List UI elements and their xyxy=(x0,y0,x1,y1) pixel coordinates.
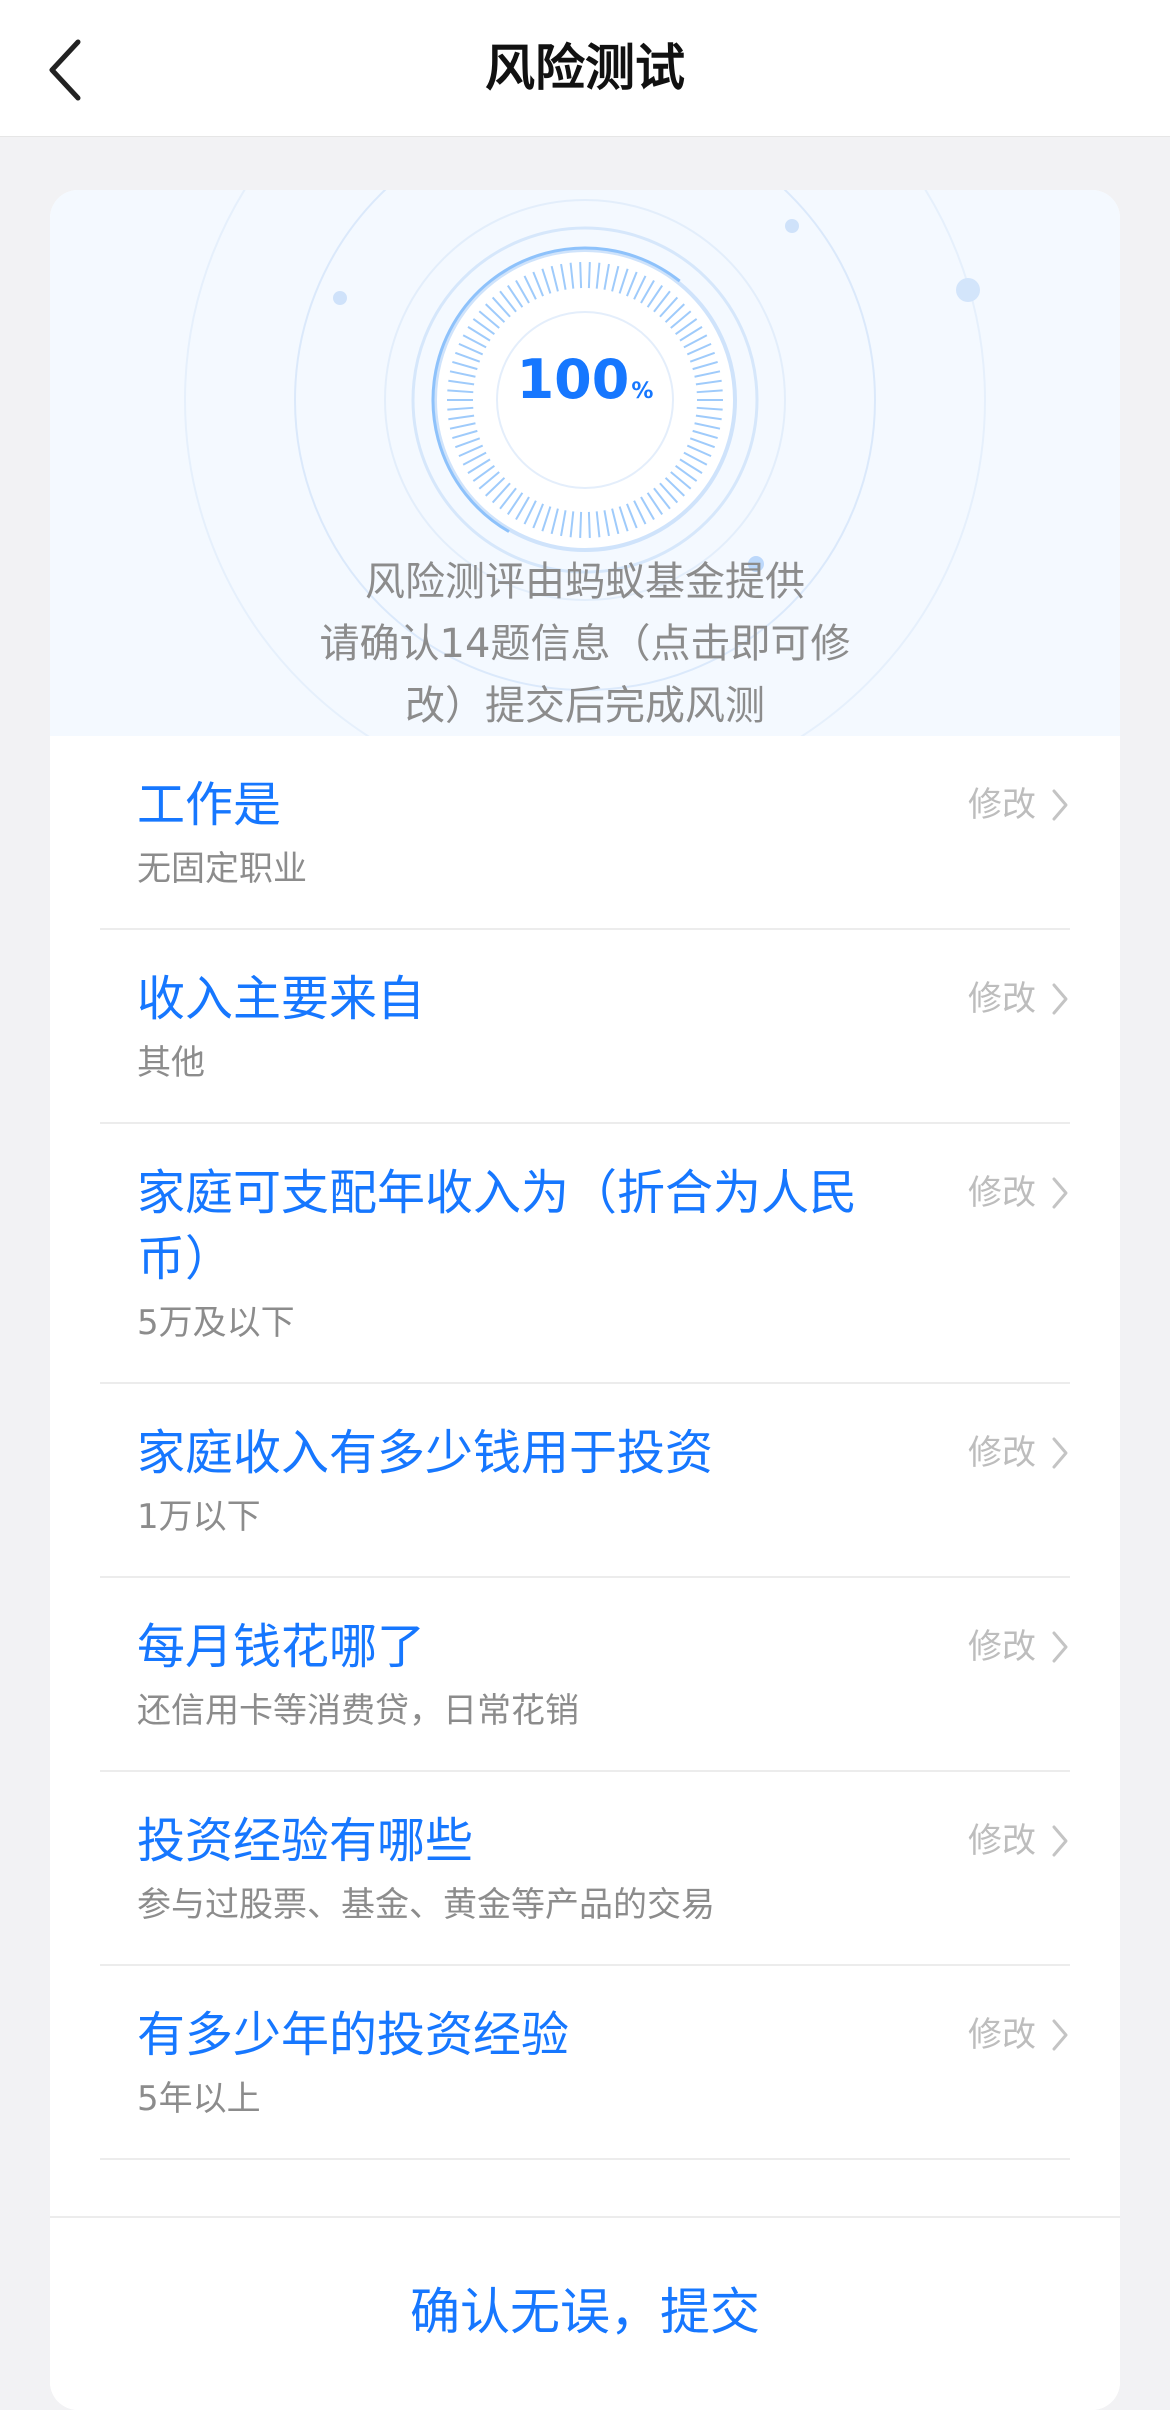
risk-test-card: 100% 风险测评由蚂蚁基金提供 请确认14题信息（点击即可修 改）提交后完成风… xyxy=(50,190,1120,2410)
edit-button[interactable]: 修改 xyxy=(968,1816,1070,1866)
progress-value: 100% xyxy=(405,348,765,411)
question-item[interactable]: 投资经验有哪些参与过股票、基金、黄金等产品的交易 修改 xyxy=(100,1772,1070,1966)
question-title: 投资经验有哪些 xyxy=(137,1813,474,1869)
edit-button[interactable]: 修改 xyxy=(968,1622,1070,1672)
chevron-right-icon xyxy=(1052,1825,1068,1857)
chevron-right-icon xyxy=(1052,1437,1068,1469)
edit-button[interactable]: 修改 xyxy=(968,2010,1070,2060)
question-answer: 还信用卡等消费贷，日常花销 xyxy=(137,1691,579,1731)
edit-button[interactable]: 修改 xyxy=(968,1168,1070,1218)
chevron-right-icon xyxy=(1052,789,1068,821)
page-title: 风险测试 xyxy=(485,39,685,97)
question-answer: 其他 xyxy=(137,1043,205,1083)
confirm-note-line2: 改）提交后完成风测 xyxy=(405,683,765,729)
edit-button[interactable]: 修改 xyxy=(968,780,1070,830)
edit-label: 修改 xyxy=(968,979,1036,1019)
edit-label: 修改 xyxy=(968,2015,1036,2055)
nav-bar: 风险测试 xyxy=(0,0,1170,137)
question-answer: 无固定职业 xyxy=(137,849,307,889)
question-title: 家庭可支配年收入为（折合为人民币） xyxy=(137,1165,858,1287)
edit-label: 修改 xyxy=(968,1627,1036,1667)
progress-unit: % xyxy=(631,379,654,404)
question-item[interactable]: 有多少年的投资经验 5年以上 修改 xyxy=(100,1966,1070,2160)
edit-button[interactable]: 修改 xyxy=(968,974,1070,1024)
chevron-right-icon xyxy=(1052,2019,1068,2051)
edit-label: 修改 xyxy=(968,1821,1036,1861)
edit-button[interactable]: 修改 xyxy=(968,1428,1070,1478)
progress-number: 100 xyxy=(516,348,630,411)
question-title: 每月钱花哪了 xyxy=(137,1619,426,1675)
chevron-right-icon xyxy=(1052,1631,1068,1663)
question-list: 工作是 无固定职业 修改 收入主要来自 其他 修改 家庭可支配年收入为（折合为人民币） 5万及… xyxy=(50,736,1120,2160)
question-item[interactable]: 工作是无固定职业 修改 xyxy=(100,736,1070,930)
question-item[interactable]: 家庭可支配年收入为（折合为人民币） 5万及以下 修改 xyxy=(100,1124,1070,1384)
submit-button[interactable]: 确认无误，提交 xyxy=(50,2278,1120,2346)
question-answer: 5万及以下 xyxy=(137,1303,295,1343)
question-title: 工作是 xyxy=(137,777,282,833)
question-item[interactable]: 每月钱花哪了还信用卡等消费贷，日常花销 修改 xyxy=(100,1578,1070,1772)
chevron-right-icon xyxy=(1052,1177,1068,1209)
edit-label: 修改 xyxy=(968,785,1036,825)
provider-note: 风险测评由蚂蚁基金提供 xyxy=(365,559,805,605)
confirm-note-line1: 请确认14题信息（点击即可修 xyxy=(319,621,851,667)
edit-label: 修改 xyxy=(968,1173,1036,1213)
question-title: 收入主要来自 xyxy=(137,971,426,1027)
chevron-right-icon xyxy=(1052,983,1068,1015)
progress-hero: 100% 风险测评由蚂蚁基金提供 请确认14题信息（点击即可修 改）提交后完成风… xyxy=(50,190,1120,736)
question-item[interactable]: 家庭收入有多少钱用于投资 1万以下 修改 xyxy=(100,1384,1070,1578)
question-item[interactable]: 收入主要来自其他 修改 xyxy=(100,930,1070,1124)
question-answer: 参与过股票、基金、黄金等产品的交易 xyxy=(137,1885,715,1925)
question-answer: 1万以下 xyxy=(137,1497,261,1537)
edit-label: 修改 xyxy=(968,1433,1036,1473)
question-answer: 5年以上 xyxy=(137,2079,261,2119)
footer-bar: 确认无误，提交 xyxy=(50,2216,1120,2410)
question-title: 有多少年的投资经验 xyxy=(137,2007,570,2063)
question-title: 家庭收入有多少钱用于投资 xyxy=(137,1425,714,1481)
